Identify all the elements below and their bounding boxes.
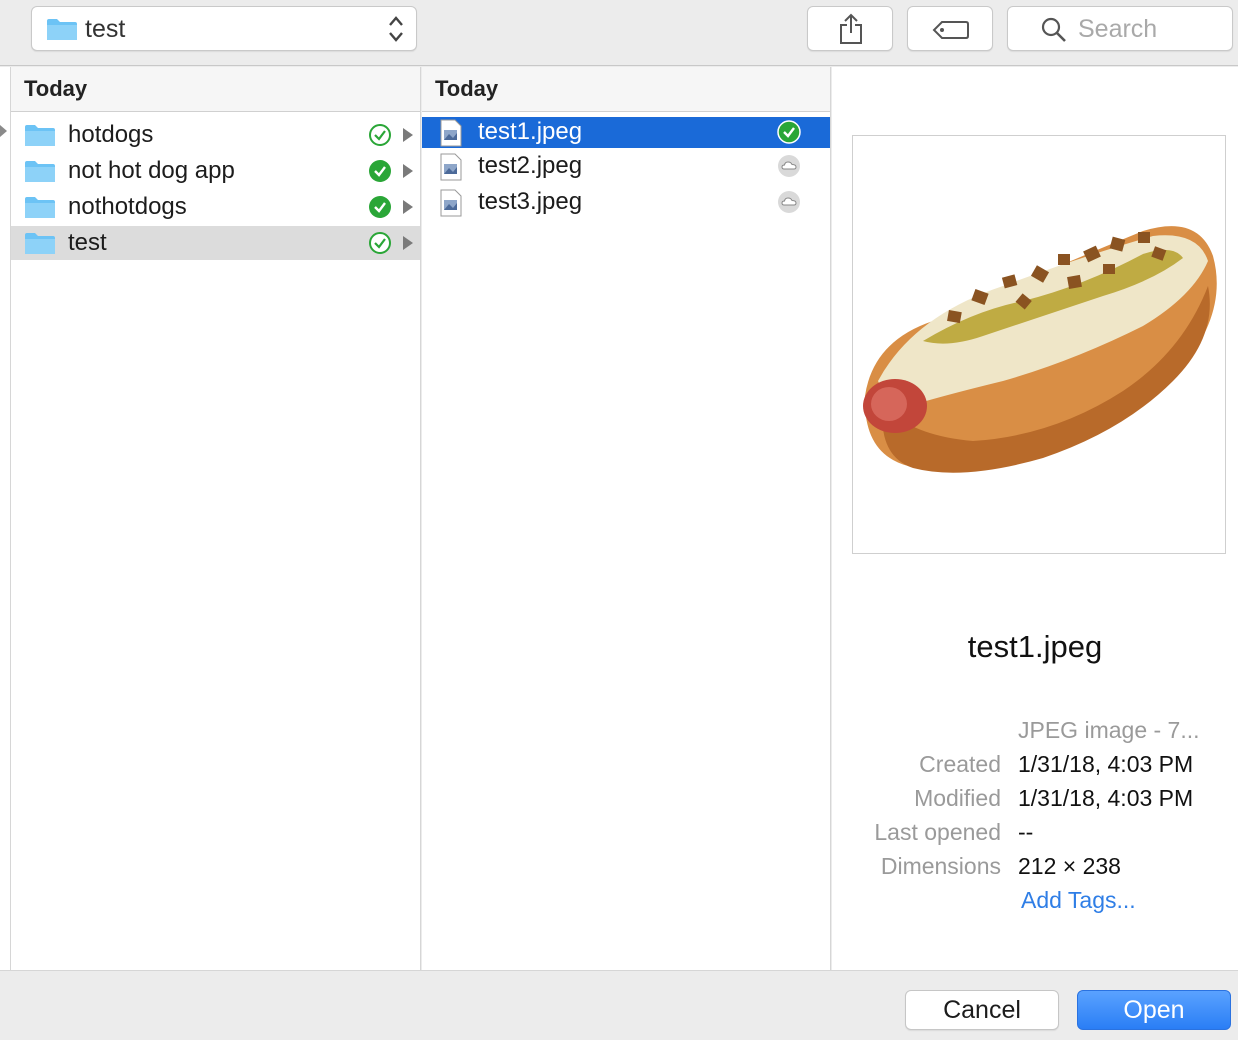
search-icon <box>1041 17 1067 48</box>
column-header: Today <box>11 67 420 112</box>
image-file-icon <box>440 153 462 186</box>
synced-check-icon <box>368 195 392 224</box>
synced-check-icon <box>368 159 392 188</box>
list-item-test1-jpeg[interactable]: test1.jpeg <box>422 117 830 148</box>
search-placeholder: Search <box>1078 15 1158 43</box>
updown-chevron-icon <box>386 14 406 49</box>
disclosure-arrow-icon <box>403 164 413 178</box>
disclosure-arrow-icon <box>0 125 7 137</box>
location-popup[interactable]: test <box>31 6 417 51</box>
folder-icon <box>24 195 56 224</box>
share-button[interactable] <box>807 6 893 51</box>
modified-label: Modified <box>914 785 1001 811</box>
disclosure-arrow-icon <box>403 236 413 250</box>
button-bar: Cancel Open <box>0 970 1238 1040</box>
folder-icon <box>46 17 78 46</box>
synced-check-icon <box>368 231 392 260</box>
list-item-test[interactable]: test <box>11 226 420 260</box>
file-kind: JPEG image - 7... <box>1018 717 1200 743</box>
list-item-label: test2.jpeg <box>478 152 583 179</box>
synced-check-icon <box>368 123 392 152</box>
file-column: Today test1.jpeg test2.jpeg test3.jpeg <box>422 67 831 970</box>
cloud-icon <box>777 154 801 183</box>
folder-column: Today hotdogs not hot dog app nothotdogs… <box>11 67 421 970</box>
search-field[interactable]: Search <box>1007 6 1233 51</box>
hotdog-image <box>863 226 1217 473</box>
last-opened-value: -- <box>1018 819 1034 845</box>
folder-icon <box>24 231 56 260</box>
last-opened-label: Last opened <box>874 819 1001 845</box>
toolbar: test Search <box>0 0 1238 66</box>
list-item-label: hotdogs <box>68 121 154 148</box>
list-item-label: nothotdogs <box>68 193 187 220</box>
list-item-label: test <box>68 229 107 256</box>
preview-pane: test1.jpeg JPEG image - 7... Created 1/3… <box>832 67 1238 970</box>
image-preview[interactable] <box>852 135 1226 554</box>
list-item-test2-jpeg[interactable]: test2.jpeg <box>422 151 830 185</box>
open-button[interactable]: Open <box>1077 990 1231 1030</box>
preview-filename: test1.jpeg <box>967 629 1103 664</box>
folder-icon <box>24 159 56 188</box>
location-label: test <box>85 15 126 43</box>
column-header: Today <box>422 67 830 112</box>
synced-check-icon <box>777 120 801 149</box>
list-item-test3-jpeg[interactable]: test3.jpeg <box>422 187 830 221</box>
list-item-not-hot-dog-app[interactable]: not hot dog app <box>11 154 420 188</box>
list-item-hotdogs[interactable]: hotdogs <box>11 118 420 152</box>
cancel-button[interactable]: Cancel <box>905 990 1059 1030</box>
disclosure-arrow-icon <box>403 200 413 214</box>
folder-icon <box>24 123 56 152</box>
previous-column[interactable] <box>0 67 11 970</box>
dimensions-value: 212 × 238 <box>1018 853 1121 879</box>
image-file-icon <box>440 119 462 152</box>
list-item-nothotdogs[interactable]: nothotdogs <box>11 190 420 224</box>
created-label: Created <box>919 751 1001 777</box>
created-value: 1/31/18, 4:03 PM <box>1018 751 1194 777</box>
share-icon <box>838 13 864 50</box>
list-item-label: test1.jpeg <box>478 118 583 145</box>
modified-value: 1/31/18, 4:03 PM <box>1018 785 1194 811</box>
dimensions-label: Dimensions <box>880 853 1001 879</box>
list-item-label: test3.jpeg <box>478 188 583 215</box>
disclosure-arrow-icon <box>403 128 413 142</box>
add-tags-link[interactable]: Add Tags... <box>1021 887 1136 914</box>
image-file-icon <box>440 189 462 222</box>
tag-button[interactable] <box>907 6 993 51</box>
tag-icon <box>932 20 970 45</box>
cloud-icon <box>777 190 801 219</box>
list-item-label: not hot dog app <box>68 157 235 184</box>
